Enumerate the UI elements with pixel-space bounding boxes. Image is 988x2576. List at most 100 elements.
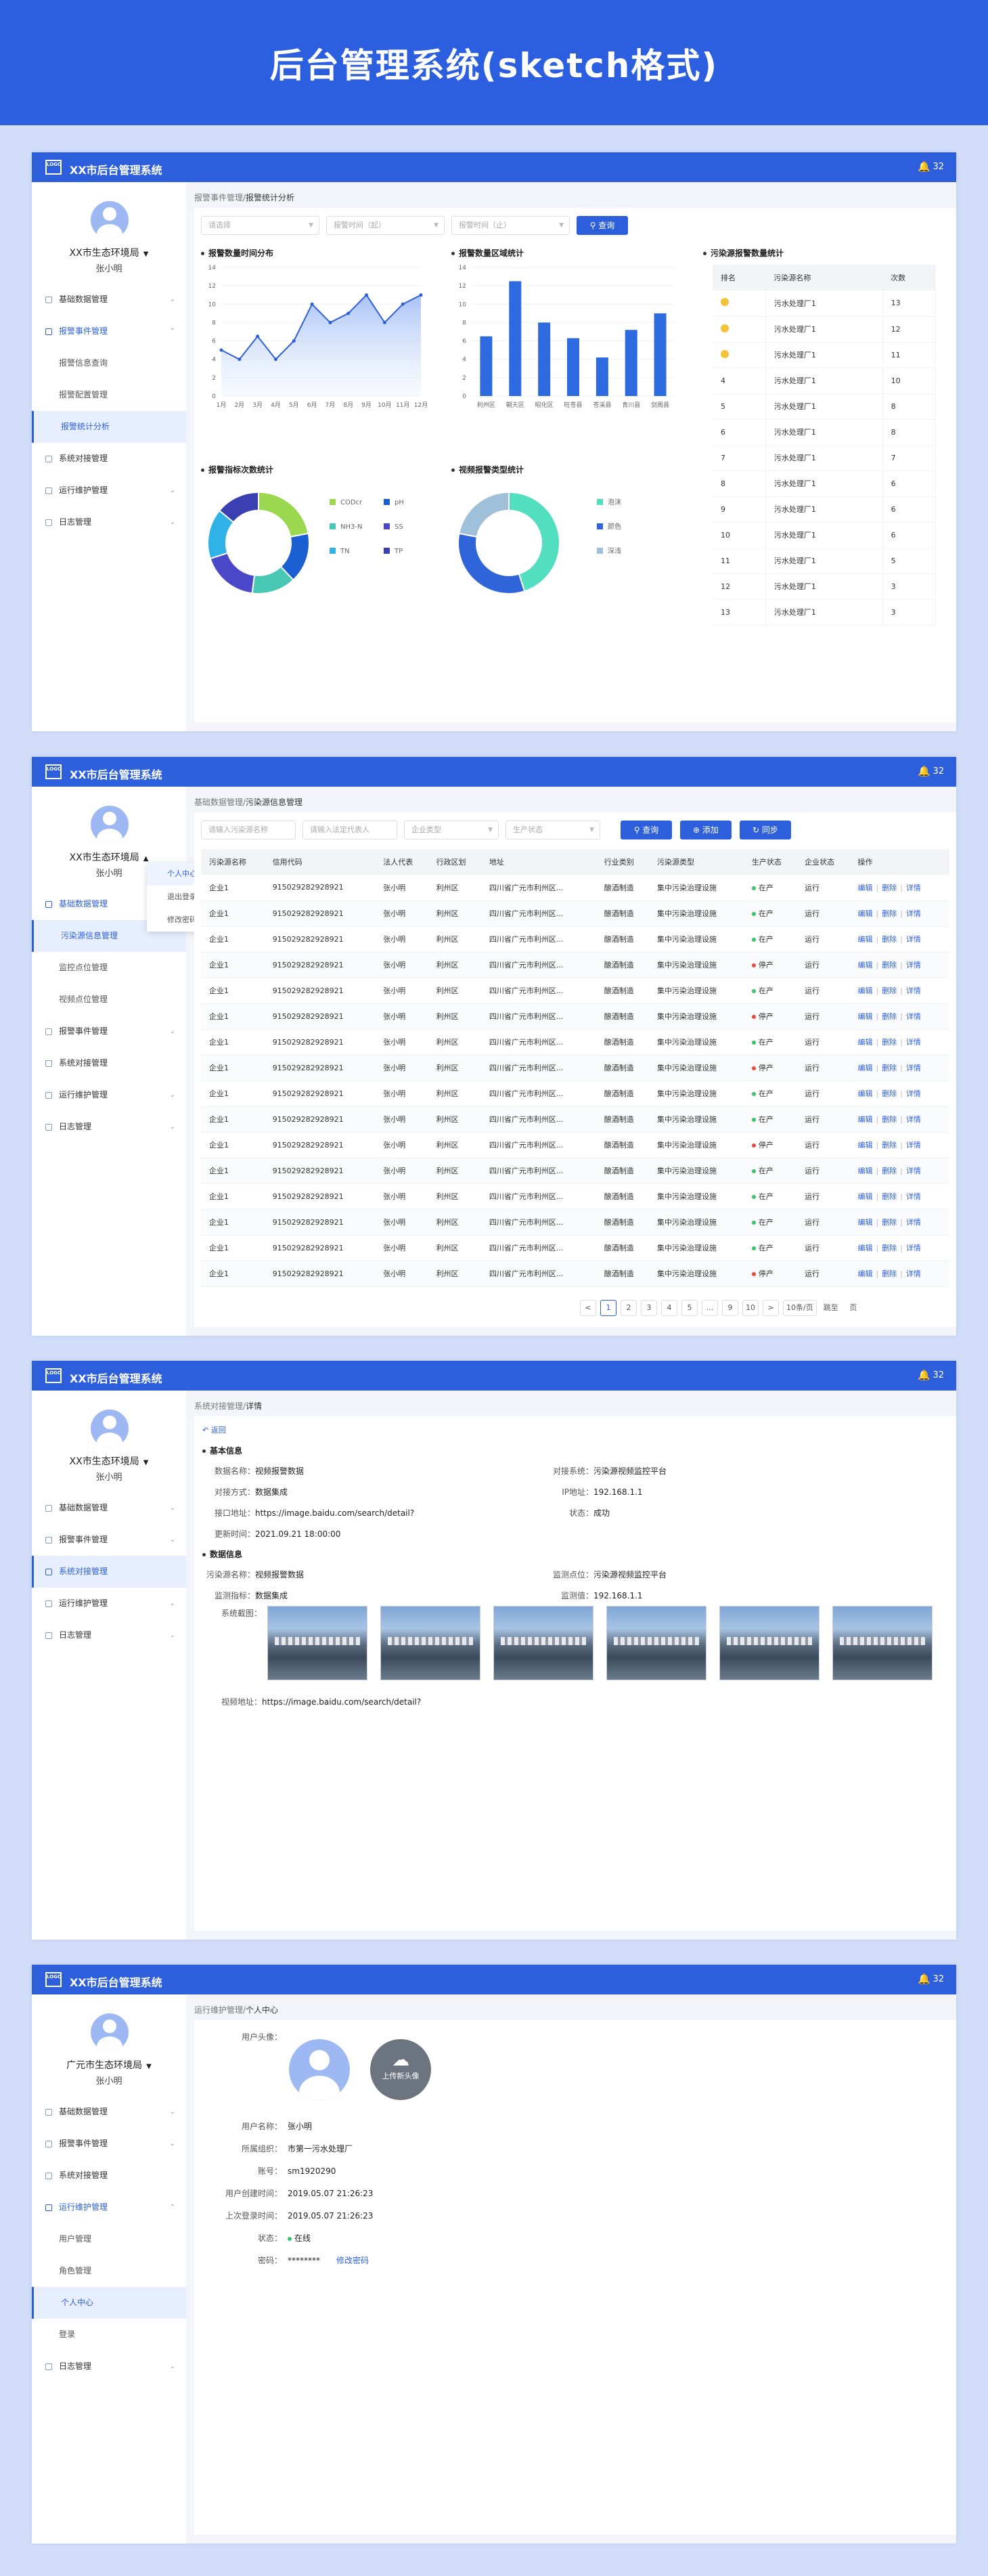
- source-name-input[interactable]: 请输入污染源名称: [201, 821, 296, 839]
- edit-link[interactable]: 编辑: [857, 909, 872, 918]
- detail-link[interactable]: 详情: [906, 1166, 921, 1175]
- sidebar-item-system-integration[interactable]: 系统对接管理: [32, 2160, 186, 2191]
- page-item[interactable]: 页: [845, 1301, 861, 1317]
- sidebar-item-alarm-events[interactable]: 报警事件管理 ⌄: [32, 1016, 186, 1047]
- screenshot-thumbnail[interactable]: [832, 1606, 933, 1680]
- page-item[interactable]: ...: [702, 1300, 718, 1316]
- screenshot-thumbnail[interactable]: [606, 1606, 706, 1680]
- detail-link[interactable]: 详情: [906, 1038, 921, 1047]
- sidebar-item-alarm-statistics[interactable]: 报警统计分析: [32, 411, 186, 443]
- delete-link[interactable]: 删除: [882, 986, 897, 995]
- sidebar-item-operations[interactable]: 运行维护管理 ⌃: [32, 2191, 186, 2223]
- query-button[interactable]: ⚲ 查询: [621, 821, 672, 839]
- page-item[interactable]: 2: [621, 1300, 637, 1316]
- edit-link[interactable]: 编辑: [857, 883, 872, 892]
- sidebar-item-logs[interactable]: 日志管理 ⌄: [32, 506, 186, 538]
- delete-link[interactable]: 删除: [882, 1038, 897, 1047]
- edit-link[interactable]: 编辑: [857, 935, 872, 944]
- detail-link[interactable]: 详情: [906, 935, 921, 944]
- delete-link[interactable]: 删除: [882, 1192, 897, 1201]
- delete-link[interactable]: 删除: [882, 1089, 897, 1098]
- sidebar-item-alarm-events[interactable]: 报警事件管理 ⌃: [32, 315, 186, 347]
- delete-link[interactable]: 删除: [882, 1218, 897, 1227]
- detail-link[interactable]: 详情: [906, 1218, 921, 1227]
- sidebar-item-monitor-points[interactable]: 监控点位管理: [32, 952, 186, 984]
- edit-link[interactable]: 编辑: [857, 1166, 872, 1175]
- start-time-select[interactable]: 报警时间（起） ▼: [326, 216, 445, 235]
- page-item[interactable]: 3: [641, 1300, 657, 1316]
- edit-link[interactable]: 编辑: [857, 1141, 872, 1150]
- add-button[interactable]: ⊕ 添加: [680, 821, 732, 839]
- sidebar-item-user-management[interactable]: 用户管理: [32, 2223, 186, 2255]
- sidebar-item-alarm-query[interactable]: 报警信息查询: [32, 347, 186, 379]
- sidebar-item-basic-data[interactable]: 基础数据管理 ⌄: [32, 284, 186, 315]
- avatar[interactable]: [91, 201, 129, 239]
- company-type-select[interactable]: 企业类型 ▼: [404, 821, 499, 839]
- edit-link[interactable]: 编辑: [857, 1115, 872, 1124]
- filter-select[interactable]: 请选择 ▼: [201, 216, 319, 235]
- detail-link[interactable]: 详情: [906, 883, 921, 892]
- sidebar-item-logs[interactable]: 日志管理 ⌄: [32, 2351, 186, 2382]
- screenshot-thumbnail[interactable]: [719, 1606, 819, 1680]
- end-time-select[interactable]: 报警时间（止） ▼: [451, 216, 570, 235]
- sidebar-item-alarm-events[interactable]: 报警事件管理 ⌄: [32, 1524, 186, 1556]
- detail-link[interactable]: 详情: [906, 1115, 921, 1124]
- sidebar-item-basic-data[interactable]: 基础数据管理 ⌄: [32, 2096, 186, 2128]
- page-item[interactable]: 跳至: [821, 1301, 841, 1317]
- sidebar-item-alarm-events[interactable]: 报警事件管理 ⌄: [32, 2128, 186, 2160]
- page-item[interactable]: <: [580, 1300, 596, 1316]
- org-name[interactable]: XX市生态环境局 ▼: [32, 1454, 186, 1468]
- sync-button[interactable]: ↻ 同步: [740, 821, 791, 839]
- sidebar-item-logs[interactable]: 日志管理 ⌄: [32, 1619, 186, 1651]
- delete-link[interactable]: 删除: [882, 1269, 897, 1278]
- avatar[interactable]: [91, 1410, 129, 1447]
- delete-link[interactable]: 删除: [882, 961, 897, 969]
- sidebar-item-logs[interactable]: 日志管理 ⌄: [32, 1111, 186, 1143]
- bell-icon[interactable]: 🔔: [918, 160, 930, 173]
- delete-link[interactable]: 删除: [882, 1064, 897, 1072]
- production-status-select[interactable]: 生产状态 ▼: [506, 821, 600, 839]
- sidebar-item-system-integration[interactable]: 系统对接管理: [32, 1047, 186, 1079]
- sidebar-item-system-integration[interactable]: 系统对接管理: [32, 443, 186, 475]
- sidebar-item-login[interactable]: 登录: [32, 2319, 186, 2351]
- delete-link[interactable]: 删除: [882, 1166, 897, 1175]
- org-name[interactable]: 广元市生态环境局 ▼: [32, 2058, 186, 2072]
- edit-link[interactable]: 编辑: [857, 1089, 872, 1098]
- avatar[interactable]: [91, 2013, 129, 2051]
- detail-link[interactable]: 详情: [906, 909, 921, 918]
- sidebar-item-basic-data[interactable]: 基础数据管理 ⌄: [32, 1492, 186, 1524]
- page-item[interactable]: >: [763, 1300, 779, 1316]
- sidebar-item-video-points[interactable]: 视频点位管理: [32, 984, 186, 1016]
- bell-icon[interactable]: 🔔: [918, 765, 930, 777]
- page-item[interactable]: 10条/页: [783, 1300, 817, 1316]
- edit-link[interactable]: 编辑: [857, 1038, 872, 1047]
- detail-link[interactable]: 详情: [906, 1089, 921, 1098]
- edit-link[interactable]: 编辑: [857, 961, 872, 969]
- sidebar-item-alarm-config[interactable]: 报警配置管理: [32, 379, 186, 411]
- detail-link[interactable]: 详情: [906, 961, 921, 969]
- detail-link[interactable]: 详情: [906, 986, 921, 995]
- delete-link[interactable]: 删除: [882, 909, 897, 918]
- sidebar-item-operations[interactable]: 运行维护管理 ⌄: [32, 1588, 186, 1619]
- org-name[interactable]: XX市生态环境局 ▼: [32, 246, 186, 259]
- sidebar-item-operations[interactable]: 运行维护管理 ⌄: [32, 1079, 186, 1111]
- bell-icon[interactable]: 🔔: [918, 1369, 930, 1381]
- detail-link[interactable]: 详情: [906, 1269, 921, 1278]
- delete-link[interactable]: 删除: [882, 883, 897, 892]
- page-item[interactable]: 5: [681, 1300, 698, 1316]
- delete-link[interactable]: 删除: [882, 935, 897, 944]
- delete-link[interactable]: 删除: [882, 1244, 897, 1252]
- edit-link[interactable]: 编辑: [857, 1244, 872, 1252]
- org-name[interactable]: XX市生态环境局 ▲: [32, 850, 186, 864]
- page-item[interactable]: 4: [661, 1300, 677, 1316]
- page-item[interactable]: 10: [742, 1300, 759, 1316]
- avatar[interactable]: [91, 806, 129, 844]
- sidebar-item-role-management[interactable]: 角色管理: [32, 2255, 186, 2287]
- edit-link[interactable]: 编辑: [857, 986, 872, 995]
- screenshot-thumbnail[interactable]: [380, 1606, 480, 1680]
- legal-rep-input[interactable]: 请输入法定代表人: [302, 821, 397, 839]
- detail-link[interactable]: 详情: [906, 1244, 921, 1252]
- delete-link[interactable]: 删除: [882, 1115, 897, 1124]
- edit-link[interactable]: 编辑: [857, 1064, 872, 1072]
- detail-link[interactable]: 详情: [906, 1064, 921, 1072]
